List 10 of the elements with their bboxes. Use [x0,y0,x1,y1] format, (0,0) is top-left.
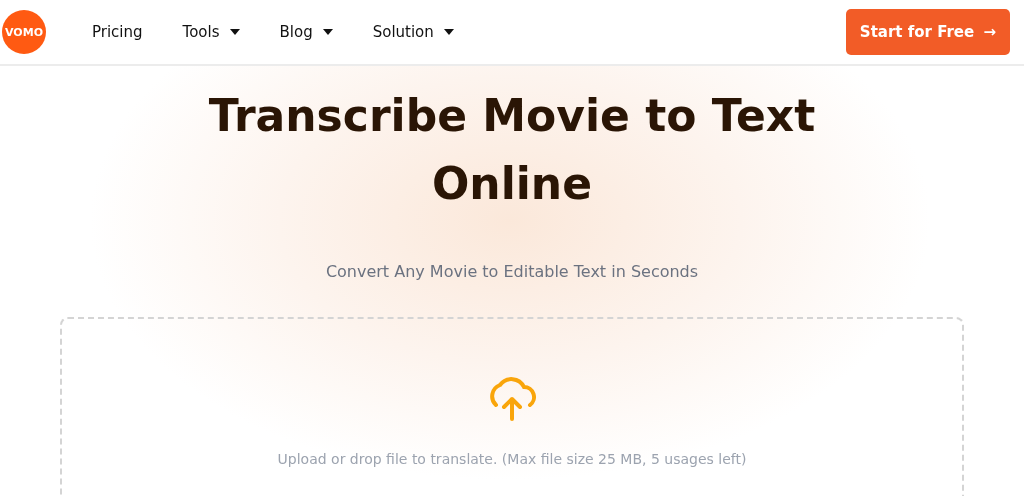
caret-icon [229,29,240,35]
nav-link[interactable]: Tools [182,23,240,41]
caret-icon [443,29,454,35]
nav-link[interactable]: Pricing [92,23,143,41]
caret-icon [322,29,333,35]
nav-link[interactable]: Blog [279,23,333,41]
nav-link[interactable]: Solution [372,23,454,41]
upload-hint: Upload or drop file to translate. (Max file size 25 MB, 5 usages left) [277,451,747,467]
page-title: Transcribe Movie to Text Online [207,89,817,211]
subtitle: Convert Any Movie to Editable Text in Seconds [325,262,699,281]
